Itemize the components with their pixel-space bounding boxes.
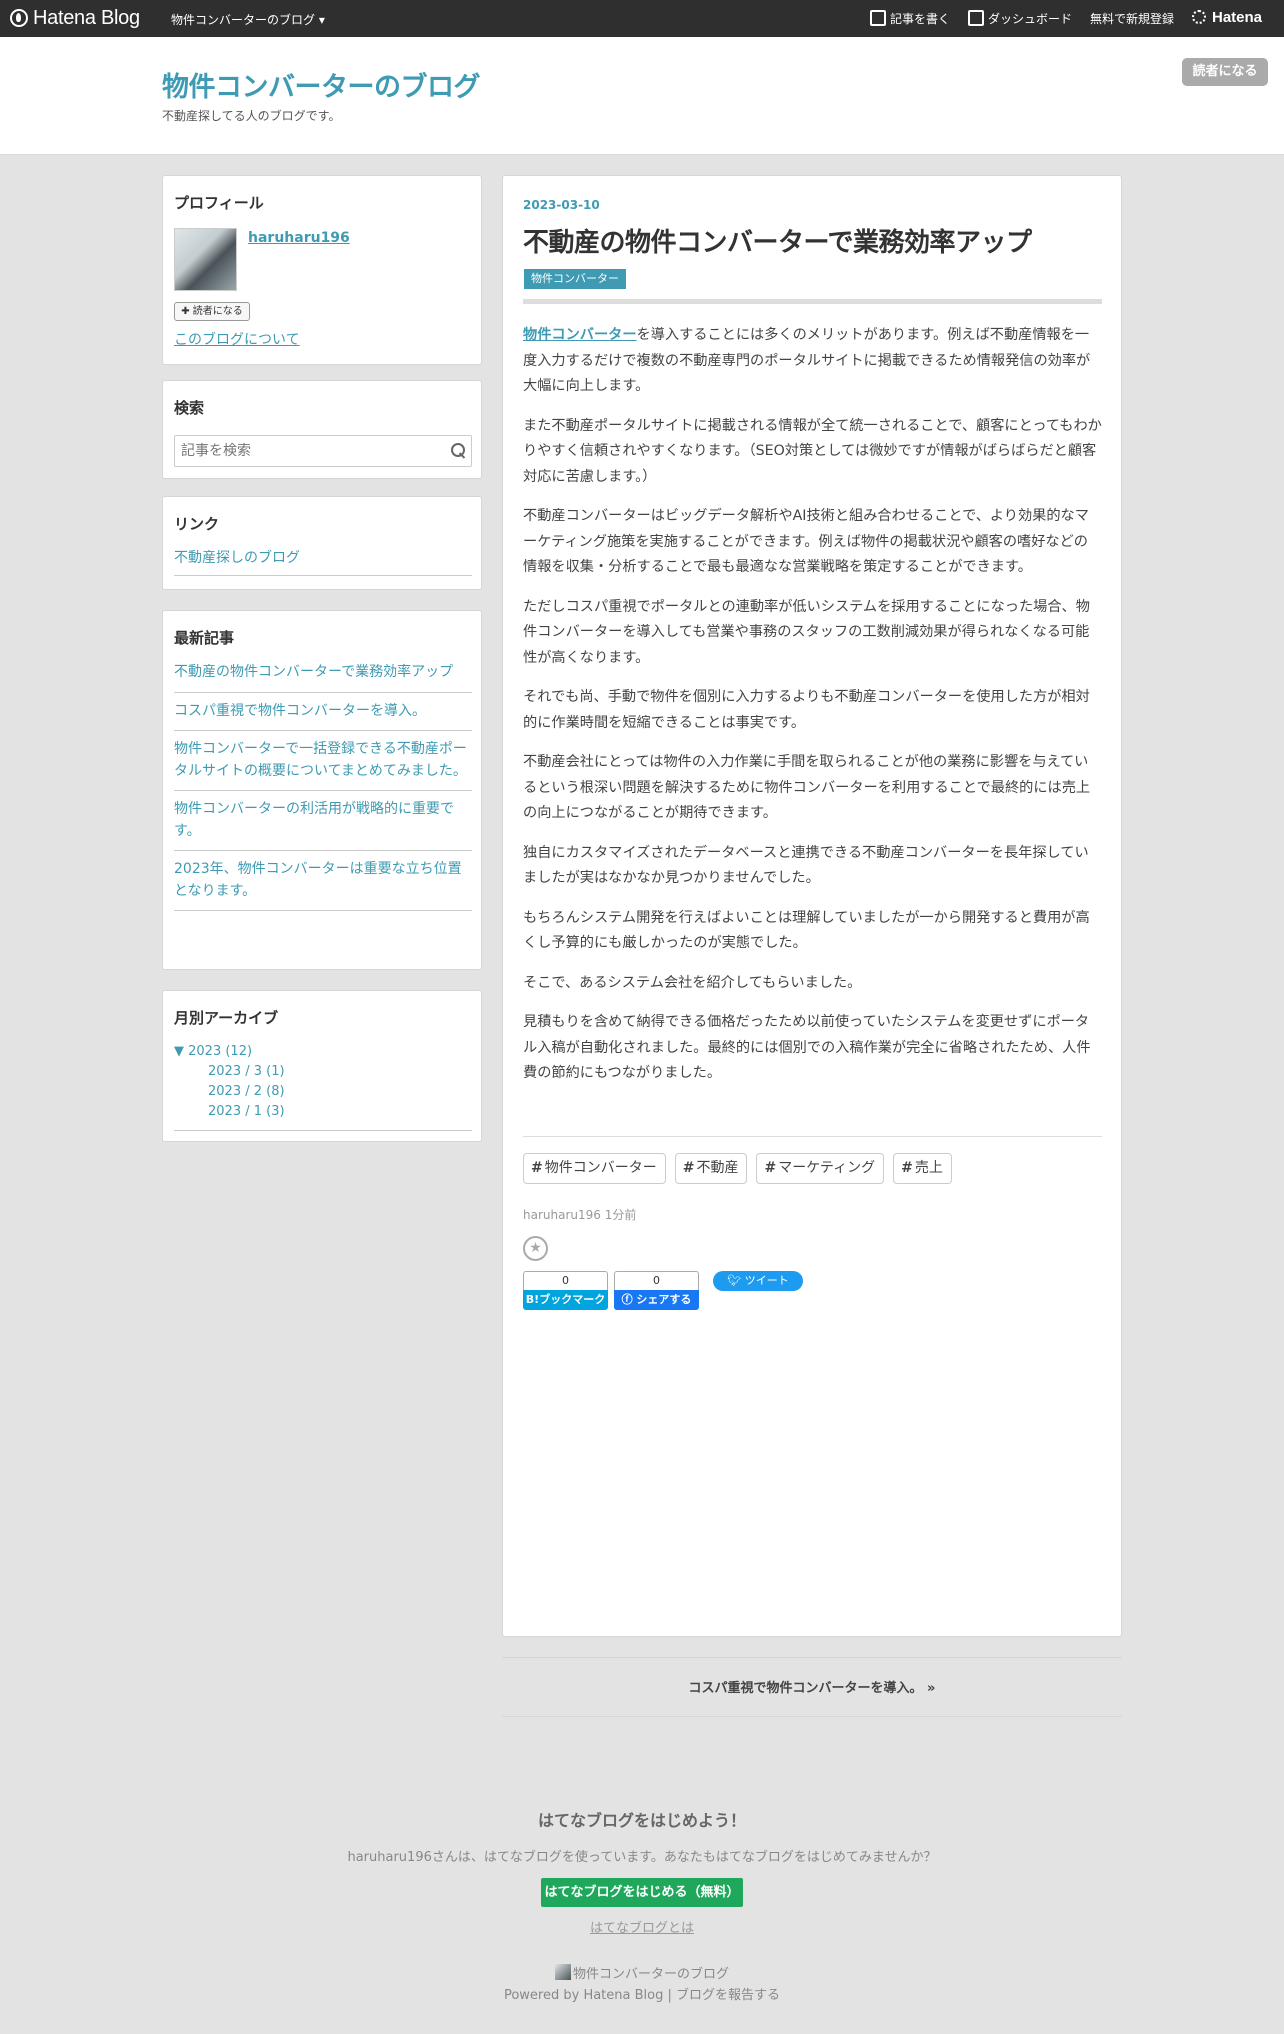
archive-list: ▼ 2023 (12) 2023 / 3 (1) 2023 / 2 (8) 20…	[174, 1042, 472, 1131]
archive-month[interactable]: 2023 / 2 (8)	[174, 1082, 472, 1102]
report-blog-link[interactable]: ブログを報告する	[676, 1988, 780, 2003]
blog-header: 物件コンバーターのブログ 不動産探してる人のブログです。 読者になる	[0, 37, 1284, 155]
hash-icon: #	[901, 1160, 913, 1176]
links-list: 不動産探しのブログ	[174, 547, 472, 576]
profile-module: プロフィール haruharu196 ✚ 読者になる このブログについて	[162, 175, 482, 365]
dashboard-link[interactable]: ダッシュボード	[968, 10, 1072, 27]
title-divider	[523, 299, 1102, 304]
paragraph: もちろんシステム開発を行えばよいことは理解していましたが一から開発すると費用が高…	[523, 909, 1090, 952]
hashtag[interactable]: # 不動産	[674, 1153, 748, 1184]
entry-date[interactable]: 2023-03-10	[523, 198, 600, 212]
content-divider	[523, 1136, 1102, 1137]
paragraph: そこで、あるシステム会社を紹介してもらいました。	[523, 974, 862, 991]
hash-icon: #	[764, 1160, 777, 1176]
hash-icon: #	[531, 1160, 543, 1176]
entry-content: 物件コンバーターを導入することには多くのメリットがあります。例えば不動産情報を一…	[523, 323, 1102, 1101]
about-hatena-blog-link[interactable]: はてなブログとは	[0, 1917, 1284, 1936]
facebook-share[interactable]: 0 ⓕ シェアする	[614, 1271, 699, 1310]
hatena-blog-logo[interactable]: Hatena Blog	[10, 7, 140, 30]
recent-item[interactable]: 物件コンバーターで一括登録できる不動産ポータルサイトの概要についてまとめてみまし…	[174, 731, 472, 791]
hashtag[interactable]: # マーケティング	[756, 1153, 885, 1184]
archive-month[interactable]: 2023 / 1 (3)	[174, 1102, 472, 1122]
pager-divider-top	[502, 1657, 1122, 1658]
hashtag-list: # 物件コンバーター # 不動産 # マーケティング # 売上	[523, 1153, 961, 1184]
entry-time-link[interactable]: 1分前	[605, 1208, 637, 1222]
recent-entries-module: 最新記事 不動産の物件コンバーターで業務効率アップ コスパ重視で物件コンバーター…	[162, 610, 482, 970]
facebook-icon: ⓕ	[621, 1293, 633, 1306]
paragraph: ただしコスパ重視でポータルとの連動率が低いシステムを採用することになった場合、物…	[523, 598, 1090, 666]
add-star-icon[interactable]: ★	[523, 1236, 548, 1261]
hatena-icon	[1192, 10, 1206, 24]
paragraph: 独自にカスタマイズされたデータベースと連携できる不動産コンバーターを長年探してい…	[523, 844, 1089, 887]
about-blog-link[interactable]: このブログについて	[174, 329, 300, 349]
entry-meta: haruharu196 1分前	[523, 1206, 636, 1223]
bookmark-button[interactable]: B!ブックマーク	[523, 1290, 608, 1310]
avatar[interactable]	[174, 228, 237, 291]
hatena-blog-link[interactable]: Hatena Blog	[583, 1988, 663, 2003]
links-module: リンク 不動産探しのブログ	[162, 496, 482, 590]
search-input[interactable]	[174, 435, 472, 467]
entry-title[interactable]: 不動産の物件コンバーターで業務効率アップ	[523, 222, 1113, 259]
start-blog-button[interactable]: はてなブログをはじめる（無料）	[541, 1878, 743, 1907]
promo-title: はてなブログをはじめよう！	[537, 1811, 746, 1830]
tweet-button[interactable]: 🐦︎ ツイート	[713, 1271, 803, 1291]
blog-title[interactable]: 物件コンバーターのブログ	[162, 65, 481, 104]
archive-module: 月別アーカイブ ▼ 2023 (12) 2023 / 3 (1) 2023 / …	[162, 990, 482, 1142]
hashtag[interactable]: # 売上	[893, 1153, 952, 1184]
author-name[interactable]: haruharu196	[523, 1208, 601, 1222]
global-header: Hatena Blog 物件コンバーターのブログ ▾ 記事を書く ダッシュボード…	[0, 0, 1284, 37]
blog-favicon-icon	[554, 1964, 571, 1980]
hash-icon: #	[682, 1160, 695, 1176]
hatena-blog-logo-icon	[10, 9, 28, 27]
archive-heading: 月別アーカイブ	[174, 1009, 279, 1027]
blog-menu[interactable]: 物件コンバーターのブログ ▾	[171, 11, 325, 28]
paragraph: 見積もりを含めて納得できる価格だったため以前使っていたシステムを変更せずにポータ…	[523, 1014, 1091, 1081]
pager-divider-bottom	[502, 1716, 1122, 1717]
recent-heading: 最新記事	[174, 629, 235, 647]
recent-list: 不動産の物件コンバーターで業務効率アップ コスパ重視で物件コンバーターを導入。 …	[174, 661, 472, 911]
facebook-share-button[interactable]: ⓕ シェアする	[614, 1290, 699, 1310]
search-icon[interactable]	[450, 442, 466, 458]
subscribe-button[interactable]: 読者になる	[1182, 58, 1268, 86]
dashboard-icon	[968, 10, 984, 26]
next-entry-link[interactable]: コスパ重視で物件コンバーターを導入。 »	[502, 1677, 1122, 1696]
keyword-link[interactable]: 物件コンバーター	[523, 327, 637, 343]
archive-year[interactable]: ▼ 2023 (12)	[174, 1042, 472, 1062]
signup-link[interactable]: 無料で新規登録	[1090, 10, 1174, 27]
archive-month[interactable]: 2023 / 3 (1)	[174, 1062, 472, 1082]
paragraph: また不動産ポータルサイトに掲載される情報が全て統一されることで、顧客にとってもわ…	[523, 417, 1102, 485]
hatena-menu[interactable]: Hatena	[1192, 9, 1262, 26]
paragraph: それでも尚、手動で物件を個別に入力するよりも不動産コンバーターを使用した方が相対…	[523, 689, 1090, 731]
bookmark-share[interactable]: 0 B!ブックマーク	[523, 1271, 608, 1310]
paragraph: 物件コンバーターを導入することには多くのメリットがあります。例えば不動産情報を一…	[523, 327, 1091, 394]
paragraph: 不動産コンバーターはビッグデータ解析やAI技術と組み合わせることで、より効果的な…	[523, 508, 1089, 575]
edit-icon	[870, 10, 886, 26]
profile-heading: プロフィール	[174, 194, 264, 212]
write-article-link[interactable]: 記事を書く	[870, 10, 950, 27]
subscribe-small-button[interactable]: ✚ 読者になる	[174, 302, 250, 321]
hashtag[interactable]: # 物件コンバーター	[523, 1153, 666, 1184]
paragraph: 不動産会社にとっては物件の入力作業に手間を取られることが他の業務に影響を与えてい…	[523, 754, 1091, 821]
search-module: 検索	[162, 380, 482, 479]
profile-name-link[interactable]: haruharu196	[248, 230, 350, 246]
blog-description: 不動産探してる人のブログです。	[162, 109, 341, 123]
powered-by: Powered by Hatena Blog | ブログを報告する	[503, 1988, 781, 2003]
category-tag[interactable]: 物件コンバーター	[524, 269, 626, 289]
link-item[interactable]: 不動産探しのブログ	[174, 547, 472, 576]
search-heading: 検索	[174, 399, 205, 417]
archive-divider	[174, 1130, 472, 1131]
plus-icon: ✚	[181, 306, 190, 317]
recent-item[interactable]: 2023年、物件コンバーターは重要な立ち位置となります。	[174, 851, 472, 911]
recent-item[interactable]: 物件コンバーターの利活用が戦略的に重要です。	[174, 791, 472, 851]
recent-item[interactable]: コスパ重視で物件コンバーターを導入。	[174, 693, 472, 731]
bookmark-count: 0	[523, 1271, 608, 1290]
entry: 2023-03-10 不動産の物件コンバーターで業務効率アップ 物件コンバーター…	[502, 175, 1122, 1637]
footer-blog-link[interactable]: 物件コンバーターのブログ	[0, 1963, 1284, 1982]
promo-text: haruharu196さんは、はてなブログを使っています。あなたもはてなブログを…	[347, 1850, 937, 1865]
links-heading: リンク	[174, 515, 220, 533]
twitter-icon: 🐦︎	[727, 1274, 742, 1287]
recent-item[interactable]: 不動産の物件コンバーターで業務効率アップ	[174, 661, 472, 693]
share-count: 0	[614, 1271, 699, 1290]
